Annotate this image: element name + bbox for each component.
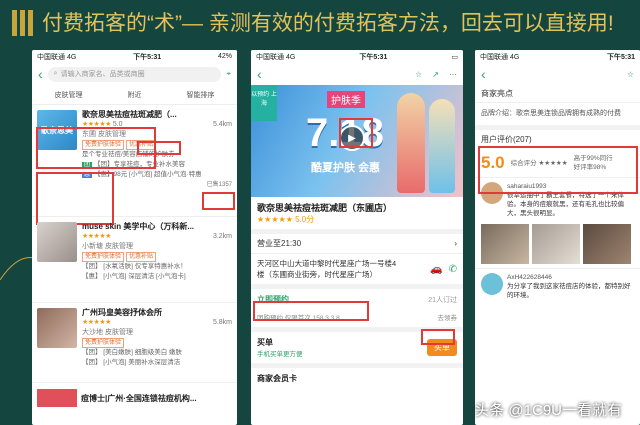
- map-pin-icon[interactable]: ⌖: [226, 69, 231, 79]
- filter-category[interactable]: 皮肤管理: [55, 90, 83, 100]
- review-text: 为分享了我到这家祛痘店的体验，都特别好的环境。: [507, 283, 631, 299]
- member-card[interactable]: 商家会员卡: [251, 363, 463, 389]
- shop-item[interactable]: 痘博士|广州·全国连锁祛痘机构...: [32, 383, 237, 413]
- banner-subtitle: 酷夏护肤 会惠: [311, 162, 381, 174]
- shop-thumbnail: [37, 222, 77, 262]
- shop-category: 大沙地 皮肤管理: [82, 329, 133, 336]
- filter-bar: 皮肤管理 附近 智能排序: [32, 85, 237, 105]
- clock-label: 下午5:31: [606, 53, 635, 61]
- sold-count: 已售1357: [206, 182, 232, 188]
- reviewer-name: AxH422628446: [507, 274, 552, 281]
- deal-line: 【团】 [美白嫩肤] 细胞级美白 嫩肤: [82, 349, 183, 356]
- highlight-box: [137, 141, 181, 155]
- carrier-label: 中国联通 4G: [37, 53, 77, 61]
- shop-address[interactable]: 天河区中山大道中黎时代星座广场一号楼4楼（东圃商业街旁，时代星座广场） 🚗 ✆: [251, 254, 463, 284]
- review-item[interactable]: AxH422628446 为分享了我到这家祛痘店的体验，都特别好的环境。: [475, 268, 640, 304]
- shop-name: 歌奈思美祛痘祛斑减肥（东圃店）: [257, 203, 393, 213]
- shop-item[interactable]: 广州玛皇美容抒体会所 ★★★★★ 5.8km 大沙地 皮肤管理 免费护肤体验 【团…: [32, 303, 237, 383]
- section-title: 商家亮点: [475, 85, 640, 103]
- shop-item[interactable]: muse skin 美学中心（万科新... ★★★★★ 3.2km 小新塘 皮肤管…: [32, 217, 237, 303]
- model-figure: [397, 93, 425, 193]
- shop-thumbnail: [37, 389, 77, 407]
- distance: 3.2km: [212, 233, 232, 240]
- deal-line: 【惠】 [小气泡] 深层清洁 [小气泡卡]: [82, 273, 186, 280]
- more-icon[interactable]: ⋯: [449, 70, 457, 79]
- get-coupon-link[interactable]: 去领券: [438, 312, 458, 322]
- tag: 免费护肤体验: [82, 338, 125, 348]
- phone-icon[interactable]: ✆: [449, 264, 457, 275]
- shop-rating: ★★★★★ 5.0分: [257, 215, 315, 224]
- review-text: 很幸运抽中了霸王套餐，特选了一个来体验。本身的痘痕就黑，还有毛孔也比较偏大，黑头…: [507, 192, 624, 217]
- pay-hint: 手机买单更方便: [257, 351, 303, 358]
- highlight-box: [339, 118, 373, 148]
- search-input[interactable]: ⌕ 请输入商家名、品类或商圈: [47, 66, 222, 82]
- business-hours[interactable]: 营业至21:30 ›: [251, 234, 463, 254]
- model-figure: [429, 99, 455, 193]
- star-icon[interactable]: ☆: [415, 70, 422, 79]
- status-bar: 中国联通 4G 下午5:31 42%: [32, 50, 237, 63]
- search-placeholder: 请输入商家名、品类或商圈: [60, 71, 145, 78]
- deal-line: 【团】 [水氧活肤] 仅专享特惠补水！: [82, 263, 187, 270]
- pay-label: 买单: [257, 338, 273, 347]
- filter-nearby[interactable]: 附近: [128, 90, 142, 100]
- back-icon[interactable]: ‹: [257, 67, 262, 81]
- back-icon[interactable]: ‹: [38, 67, 43, 81]
- banner-season: 护肤季: [327, 91, 365, 108]
- shop-name: 歌奈思美祛痘祛斑减肥（...: [82, 110, 177, 119]
- highlight-box: [253, 301, 369, 321]
- highlight-box: [202, 192, 235, 210]
- search-bar: ‹ ⌕ 请输入商家名、品类或商圈 ⌖: [32, 63, 237, 85]
- distance: 5.4km: [212, 121, 232, 128]
- phone-reviews: 中国联通 4G 下午5:31 ‹ ☆ 商家亮点 品牌介绍：歌奈思美连锁品牌拥有成…: [475, 50, 640, 425]
- shop-name: muse skin 美学中心（万科新...: [82, 222, 195, 231]
- tag: 优惠补贴: [126, 252, 157, 262]
- highlight-box: [421, 329, 455, 345]
- battery-label: 42%: [217, 53, 232, 60]
- status-bar: 中国联通 4G 下午5:31 ▭: [251, 50, 463, 63]
- detail-nav: ‹ ☆ ↗ ⋯: [251, 63, 463, 85]
- reserve-count: 21人订过: [428, 296, 457, 304]
- shop-name: 广州玛皇美容抒体会所: [82, 308, 162, 317]
- clock-label: 下午5:31: [359, 53, 388, 61]
- rating-stars: ★★★★★: [82, 319, 111, 326]
- phone-shop-detail: 中国联通 4G 下午5:31 ▭ ‹ ☆ ↗ ⋯ 以预约 上海 护肤季 7.18…: [251, 50, 463, 425]
- slide-title: 付费拓客的“术”— 亲测有效的付费拓客方法，回去可以直接用!: [42, 12, 614, 35]
- slide-accent-bars: [12, 10, 33, 36]
- status-bar: 中国联通 4G 下午5:31: [475, 50, 640, 63]
- car-icon[interactable]: 🚗: [430, 264, 442, 275]
- search-icon: ⌕: [53, 70, 58, 77]
- rating-stars: ★★★★★: [82, 233, 111, 240]
- banner-tag: 以预约 上海: [251, 85, 277, 121]
- share-icon[interactable]: ↗: [432, 70, 439, 79]
- shop-category: 小新塘 皮肤管理: [82, 243, 133, 250]
- clock-label: 下午5:31: [133, 53, 162, 61]
- avatar: [481, 273, 503, 295]
- tag: 免费护肤体验: [82, 252, 125, 262]
- back-icon[interactable]: ‹: [481, 67, 486, 81]
- highlight-box: [478, 146, 638, 194]
- carrier-label: 中国联通 4G: [480, 53, 520, 61]
- shop-name: 痘博士|广州·全国连锁祛痘机构...: [81, 393, 197, 403]
- carrier-label: 中国联通 4G: [256, 53, 296, 61]
- brand-intro: 品牌介绍：歌奈思美连锁品牌拥有成熟的付费: [475, 103, 640, 130]
- shop-thumbnail: [37, 308, 77, 348]
- battery-icon: ▭: [451, 53, 458, 61]
- watermark: 头条 @1C9U一看就有: [474, 402, 622, 419]
- filter-sort[interactable]: 智能排序: [187, 90, 215, 100]
- distance: 5.8km: [212, 319, 232, 326]
- reviews-nav: ‹ ☆: [475, 63, 640, 85]
- deal-line: 【团】 [小气泡] 美丽补水深层清洁: [82, 359, 181, 366]
- review-photos[interactable]: [475, 222, 640, 268]
- phone-shop-list: 中国联通 4G 下午5:31 42% ‹ ⌕ 请输入商家名、品类或商圈 ⌖ 皮肤…: [32, 50, 237, 425]
- star-icon[interactable]: ☆: [627, 70, 634, 79]
